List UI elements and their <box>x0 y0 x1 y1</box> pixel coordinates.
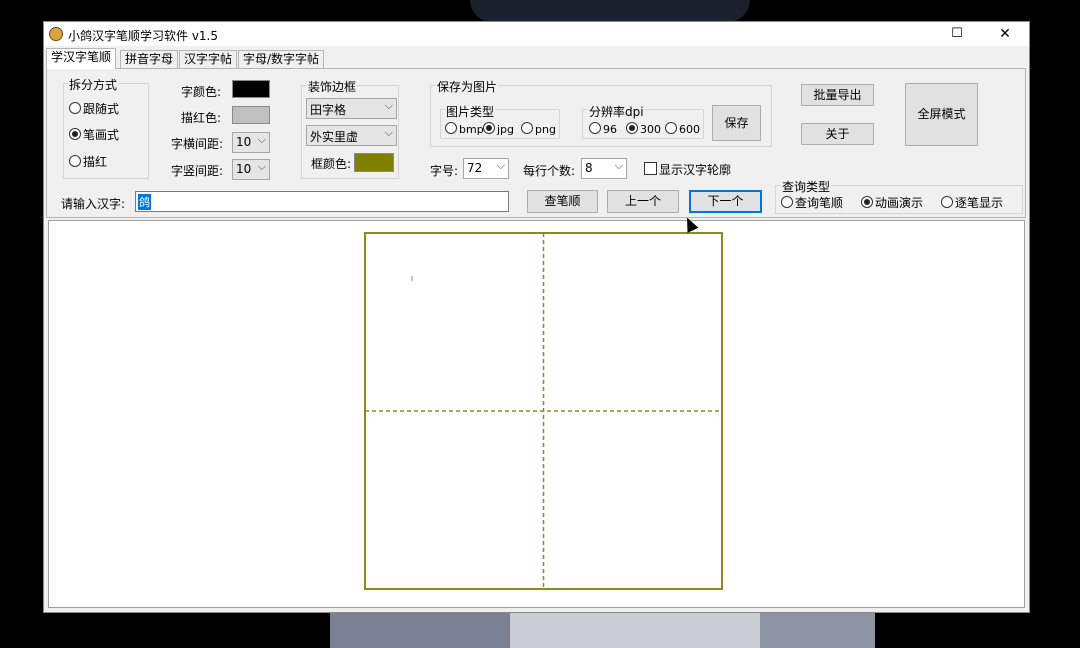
radio-icon <box>589 122 601 134</box>
radio-icon <box>445 122 457 134</box>
radio-icon <box>483 122 495 134</box>
query-option[interactable]: 动画演示 <box>861 194 923 211</box>
radio-icon <box>665 122 677 134</box>
prev-button[interactable]: 上一个 <box>607 190 679 213</box>
chevron-down-icon: ⌵ <box>384 99 393 112</box>
radio-icon <box>626 122 638 134</box>
close-icon[interactable]: ✕ <box>982 22 1028 46</box>
v-spacing-select[interactable]: 10 ⌵ <box>232 159 270 180</box>
query-title: 查询类型 <box>781 178 832 195</box>
batch-export-button[interactable]: 批量导出 <box>801 84 874 106</box>
chevron-down-icon: ⌵ <box>257 133 266 146</box>
split-option[interactable]: 跟随式 <box>69 100 119 117</box>
background-shirt <box>760 612 875 648</box>
trace-color-swatch[interactable] <box>232 106 270 124</box>
font-color-swatch[interactable] <box>232 80 270 98</box>
radio-icon <box>69 102 81 114</box>
radio-icon <box>69 155 81 167</box>
split-title: 拆分方式 <box>68 76 119 93</box>
next-button[interactable]: 下一个 <box>689 190 762 213</box>
maximize-icon[interactable]: ☐ <box>934 22 980 46</box>
app-window: 小鸽汉字笔顺学习软件 v1.5 ☐ ✕ 学汉字笔顺 拼音字母 汉字字帖 字母/数… <box>43 21 1030 613</box>
background-shirt <box>510 612 760 648</box>
trace-color-label: 描红色: <box>181 111 222 125</box>
per-row-select[interactable]: 8 ⌵ <box>581 158 627 179</box>
radio-icon <box>861 196 873 208</box>
save-button[interactable]: 保存 <box>712 105 761 141</box>
chevron-down-icon: ⌵ <box>614 159 623 172</box>
radio-icon <box>941 196 953 208</box>
dpi-option[interactable]: 96 <box>589 122 617 136</box>
window-title: 小鸽汉字笔顺学习软件 v1.5 <box>68 29 219 43</box>
font-size-label: 字号: <box>430 164 459 178</box>
dpi-title: 分辨率dpi <box>588 103 645 120</box>
save-title: 保存为图片 <box>436 78 499 95</box>
tab-pinyin[interactable]: 拼音字母 <box>120 50 179 68</box>
character-input[interactable]: 鸽 <box>135 191 509 212</box>
split-option[interactable]: 描红 <box>69 153 107 170</box>
decor-title: 装饰边框 <box>307 78 358 95</box>
query-option[interactable]: 查询笔顺 <box>781 194 843 211</box>
title-bar: 小鸽汉字笔顺学习软件 v1.5 ☐ ✕ <box>44 22 1029 46</box>
outline-checkbox[interactable]: 显示汉字轮廓 <box>644 161 731 178</box>
input-label: 请输入汉字: <box>61 197 126 211</box>
grid-type-select[interactable]: 田字格 ⌵ <box>306 98 397 119</box>
background-hair <box>470 0 750 22</box>
tianzige-grid <box>364 232 723 590</box>
radio-icon <box>781 196 793 208</box>
border-type-select[interactable]: 外实里虚 ⌵ <box>306 125 397 146</box>
dpi-option[interactable]: 600 <box>665 122 700 136</box>
tab-stroke-order[interactable]: 学汉字笔顺 <box>46 48 117 69</box>
chevron-down-icon: ⌵ <box>384 126 393 139</box>
fullscreen-button[interactable]: 全屏模式 <box>905 83 978 146</box>
background-shirt <box>330 612 510 648</box>
chevron-down-icon: ⌵ <box>257 160 266 173</box>
split-option[interactable]: 笔画式 <box>69 126 119 143</box>
image-type-title: 图片类型 <box>445 103 496 120</box>
radio-icon <box>521 122 533 134</box>
image-type-option[interactable]: jpg <box>483 122 514 136</box>
font-size-select[interactable]: 72 ⌵ <box>463 158 509 179</box>
query-option[interactable]: 逐笔显示 <box>941 194 1003 211</box>
checkbox-icon <box>644 162 657 175</box>
tab-copybook[interactable]: 汉字字帖 <box>179 50 238 68</box>
image-type-option[interactable]: png <box>521 122 556 136</box>
per-row-label: 每行个数: <box>523 164 576 178</box>
settings-panel: 拆分方式 跟随式 笔画式 描红 字颜色: 描红色: 字横间距: 10 ⌵ 字竖间距… <box>46 68 1026 218</box>
image-type-option[interactable]: bmp <box>445 122 484 136</box>
h-spacing-select[interactable]: 10 ⌵ <box>232 132 270 153</box>
v-spacing-label: 字竖间距: <box>171 164 224 178</box>
frame-color-swatch[interactable] <box>354 153 394 172</box>
drawing-canvas[interactable] <box>48 220 1025 608</box>
dpi-option[interactable]: 300 <box>626 122 661 136</box>
font-color-label: 字颜色: <box>181 85 222 99</box>
app-icon <box>49 27 63 41</box>
check-strokes-button[interactable]: 查笔顺 <box>527 190 598 213</box>
tab-letter-copybook[interactable]: 字母/数字字帖 <box>238 50 325 68</box>
frame-color-label: 框颜色: <box>311 157 352 171</box>
about-button[interactable]: 关于 <box>801 123 874 145</box>
radio-icon <box>69 128 81 140</box>
chevron-down-icon: ⌵ <box>496 159 505 172</box>
h-spacing-label: 字横间距: <box>171 137 224 151</box>
